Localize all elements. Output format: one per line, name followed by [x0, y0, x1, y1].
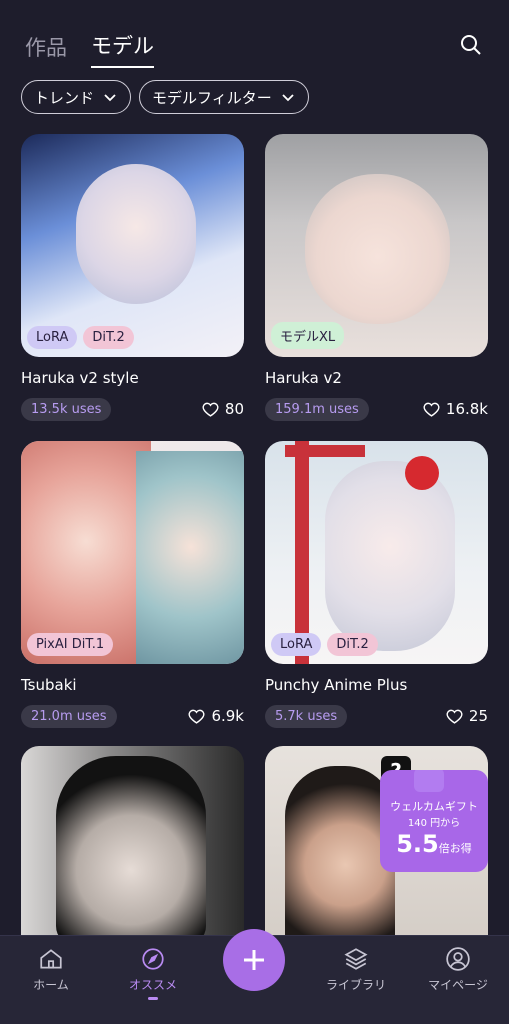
chevron-down-icon	[282, 94, 294, 102]
heart-icon	[202, 402, 219, 417]
card-title: Tsubaki	[21, 676, 77, 694]
uses-badge: 159.1m uses	[265, 397, 369, 421]
model-thumbnail[interactable]: PixAI DiT.1	[21, 441, 244, 664]
likes[interactable]: 6.9k	[188, 707, 244, 725]
nav-mypage-label: マイページ	[428, 978, 488, 992]
likes-count: 16.8k	[445, 400, 488, 418]
likes-count: 25	[468, 707, 488, 725]
card-title: Punchy Anime Plus	[265, 676, 408, 694]
badge: LoRA	[27, 326, 78, 349]
model-filter-dropdown[interactable]: モデルフィルター	[139, 80, 309, 114]
nav-library[interactable]: ライブラリ	[316, 946, 396, 993]
model-card[interactable]: LoRA DiT.2 Punchy Anime Plus 5.7k uses 2…	[265, 441, 488, 730]
likes-count: 80	[224, 400, 244, 418]
likes[interactable]: 25	[446, 707, 488, 725]
model-thumbnail[interactable]: LoRA DiT.2	[265, 441, 488, 664]
nav-recommend-label: オススメ	[128, 978, 177, 992]
filter-bar: トレンド モデルフィルター	[21, 80, 309, 114]
home-icon	[40, 949, 62, 969]
nav-home[interactable]: ホーム	[11, 946, 91, 993]
welcome-gift-promo[interactable]: ウェルカムギフト 140 円から 5.5倍お得	[380, 770, 488, 872]
nav-library-label: ライブラリ	[325, 978, 386, 992]
model-card[interactable]	[21, 746, 244, 946]
uses-badge: 5.7k uses	[265, 704, 348, 728]
model-thumbnail[interactable]: LoRA DiT.2	[21, 134, 244, 357]
badge: LoRA	[271, 633, 322, 656]
nav-home-label: ホーム	[33, 978, 69, 992]
likes[interactable]: 80	[202, 400, 244, 418]
model-filter-label: モデルフィルター	[152, 88, 272, 107]
model-card[interactable]: PixAI DiT.1 Tsubaki 21.0m uses 6.9k	[21, 441, 244, 730]
plus-icon	[244, 950, 264, 970]
compass-icon	[142, 948, 164, 970]
trend-dropdown-label: トレンド	[34, 88, 95, 107]
model-thumbnail[interactable]: モデルXL	[265, 134, 488, 357]
user-icon	[446, 947, 470, 971]
tab-works[interactable]: 作品	[25, 32, 67, 68]
promo-multiplier: 5.5倍お得	[380, 830, 488, 858]
promo-line1: ウェルカムギフト	[390, 800, 478, 813]
layers-icon	[344, 948, 368, 970]
heart-icon	[188, 709, 205, 724]
likes[interactable]: 16.8k	[423, 400, 488, 418]
promo-suffix: 倍お得	[438, 842, 472, 855]
badge: モデルXL	[271, 322, 345, 349]
model-thumbnail[interactable]	[21, 746, 244, 946]
nav-mypage[interactable]: マイページ	[418, 946, 498, 993]
heart-icon	[446, 709, 463, 724]
trend-dropdown[interactable]: トレンド	[21, 80, 132, 114]
gift-icon	[414, 770, 444, 792]
uses-badge: 13.5k uses	[21, 397, 112, 421]
heart-icon	[423, 402, 440, 417]
header-tabs: 作品 モデル	[25, 30, 154, 68]
promo-line2: 140 円から	[407, 818, 461, 829]
active-indicator	[148, 997, 158, 1000]
tab-models[interactable]: モデル	[91, 30, 154, 68]
promo-big: 5.5	[396, 830, 439, 858]
uses-badge: 21.0m uses	[21, 704, 117, 728]
badge: DiT.2	[83, 326, 134, 349]
card-title: Haruka v2 style	[21, 369, 139, 387]
nav-recommend[interactable]: オススメ	[113, 946, 193, 1000]
model-card[interactable]: モデルXL Haruka v2 159.1m uses 16.8k	[265, 134, 488, 423]
badge: PixAI DiT.1	[27, 633, 114, 656]
card-title: Haruka v2	[265, 369, 342, 387]
search-icon[interactable]	[459, 33, 483, 57]
likes-count: 6.9k	[211, 707, 244, 725]
model-card[interactable]: LoRA DiT.2 Haruka v2 style 13.5k uses 80	[21, 134, 244, 423]
chevron-down-icon	[104, 94, 116, 102]
badge: DiT.2	[327, 633, 378, 656]
create-button[interactable]	[223, 929, 285, 991]
